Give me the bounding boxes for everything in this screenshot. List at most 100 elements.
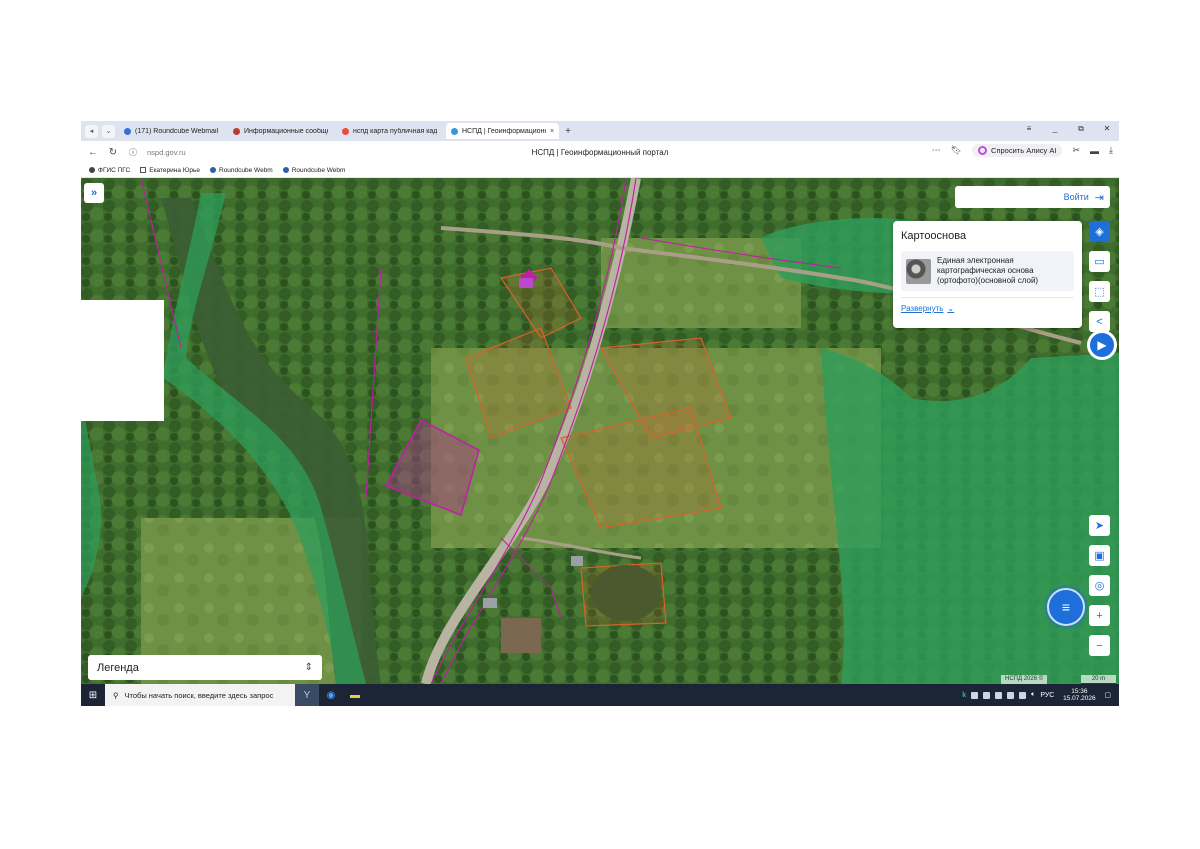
yandex-icon: Y [303,689,311,701]
download-icon[interactable]: ⤓ [1109,145,1113,156]
share-tool-button[interactable]: < [1089,311,1110,332]
taskbar-search[interactable]: ⚲ Чтобы начать поиск, введите здесь запр… [105,684,295,706]
bookmark-fgis[interactable]: ФГИС ПГС [89,167,130,174]
clock[interactable]: 15:36 15.07.2026 [1059,688,1099,703]
wallet-icon[interactable]: ▬ [1090,146,1099,156]
print-button[interactable]: ▣ [1089,545,1110,566]
chevron-updown-icon: ⇕ [304,662,313,673]
start-button[interactable]: ⊞ [81,684,105,706]
login-button[interactable]: Войти ⇥ [955,186,1110,208]
file-explorer-task[interactable]: ▬ [343,684,367,706]
restore-icon[interactable]: ⧉ [1075,124,1087,134]
layers-tool-button[interactable]: ◈ [1089,221,1110,242]
map-viewport[interactable]: » Войти ⇥ Картооснова Единая электронная… [81,178,1119,684]
minimize-icon[interactable]: _ [1049,124,1061,134]
menu-icon[interactable]: ≡ [1023,124,1035,134]
favicon-icon [342,127,349,135]
zoom-out-button[interactable]: − [1089,635,1110,656]
legend-dropdown[interactable]: Легенда ⇕ [88,655,322,680]
layers-icon: ◈ [1095,226,1104,238]
tab-back-icon[interactable]: ◂ [85,124,98,138]
tab-list-icon[interactable]: ⌄ [102,124,115,138]
tab-nspd[interactable]: НСПД | Геоинформационный портал × [446,123,560,139]
bookmark-icon[interactable]: 🔖︎ [951,145,962,156]
map-copyright: НСПД 2026 © [1001,675,1048,684]
bookmark-label: Roundcube Webm [219,166,273,174]
search-location-button[interactable]: ◎ [1089,575,1110,596]
tab-info-messages[interactable]: Информационные сообщения [228,123,333,139]
tab-roundcube[interactable]: (171) Roundcube Webmail [119,123,224,139]
navigation-arrow-icon: ➤ [1094,520,1105,532]
browser-icon: ◉ [326,689,336,701]
reload-icon[interactable]: ↻ [105,147,121,158]
volume-icon[interactable]: 🔈︎ [1031,691,1035,699]
roundcube-icon [210,167,216,173]
garden-plot [501,618,541,653]
help-assistant-button[interactable]: ▶ [1087,330,1117,360]
basemap-panel-title: Картооснова [901,230,967,242]
minus-icon: − [1096,639,1103,652]
yandex-browser-task[interactable]: Y [295,684,319,706]
bookmark-ekaterina[interactable]: Екатерина Юрье [140,167,200,174]
bookmark-roundcube-1[interactable]: Roundcube Webm [210,167,273,174]
windows-icon: ⊞ [88,689,98,701]
shield-icon [89,167,95,173]
more-icon[interactable]: ⋯ [932,145,941,156]
url-field[interactable]: nspd.gov.ru [147,148,237,157]
expand-layers-link[interactable]: Развернуть ⌄ [901,304,1074,313]
expand-sidebar-button[interactable]: » [84,183,104,203]
favicon-icon [451,127,458,135]
taskbar: ⊞ ⚲ Чтобы начать поиск, введите здесь за… [81,684,1119,706]
tab-strip: ◂ ⌄ (171) Roundcube Webmail Информационн… [81,121,1119,141]
language-indicator[interactable]: РУС [1040,692,1054,699]
layer-name: Единая электронная картографическая осно… [937,256,1039,285]
select-area-icon: ⬚ [1094,286,1105,298]
select-area-tool-button[interactable]: ⬚ [1089,281,1110,302]
new-tab-button[interactable]: + [565,126,571,137]
geolocation-button[interactable]: ➤ [1089,515,1110,536]
ruler-icon: ▭ [1094,256,1105,268]
chat-button[interactable]: ≡ [1047,588,1085,626]
login-arrow-icon: ⇥ [1094,191,1104,204]
kaspersky-icon[interactable]: k [962,692,966,699]
search-placeholder: Чтобы начать поиск, введите здесь запрос [124,690,274,700]
chromium-task[interactable]: ◉ [319,684,343,706]
ask-alice-button[interactable]: Спросить Алису AI [972,144,1063,157]
building [571,556,583,566]
close-window-icon[interactable]: ✕ [1101,124,1113,134]
tray-app-icon[interactable] [995,691,1003,699]
bookmarks-bar: ФГИС ПГС Екатерина Юрье Roundcube Webm R… [81,163,1119,178]
document-icon [140,167,147,173]
chat-icon: ≡ [1061,599,1071,615]
site-info-icon[interactable]: ⓘ [125,147,141,158]
basemap-layer-item[interactable]: Единая электронная картографическая осно… [901,251,1074,291]
tray-app-icon[interactable] [971,691,979,699]
extensions-icon[interactable]: ✂ [1072,145,1080,156]
building [483,598,497,608]
divider [901,297,1074,298]
tray-app-icon[interactable] [983,691,991,699]
tab-search-cadastral[interactable]: нспд карта публичная кадастровая [337,123,442,139]
plus-icon: + [1096,609,1103,622]
alice-icon [978,146,988,155]
bookmark-label: Екатерина Юрье [149,166,200,174]
notifications-icon[interactable]: ▢ [1104,691,1111,699]
favicon-icon [124,127,131,135]
assistant-icon: ▶ [1097,338,1107,352]
roundcube-icon [282,167,289,173]
address-bar-actions: ⋯ 🔖︎ Спросить Алису AI ✂ ▬ ⤓ [932,144,1113,157]
ruler-tool-button[interactable]: ▭ [1089,251,1110,272]
chevron-down-icon: ⌄ [947,304,955,313]
search-icon: ⚲ [113,690,119,700]
target-icon: ◎ [1094,580,1105,592]
tray-app-icon[interactable] [1019,691,1027,699]
clock-date: 15.07.2026 [1063,695,1096,702]
back-arrow-icon[interactable]: ← [85,147,101,158]
building [519,278,533,288]
zoom-in-button[interactable]: + [1089,605,1110,626]
scale-bar: 20 m [1081,675,1116,684]
close-tab-icon[interactable]: × [550,128,554,135]
tray-app-icon[interactable] [1007,691,1015,699]
forest-zone [821,348,1119,684]
bookmark-roundcube-2[interactable]: Roundcube Webm [282,167,345,174]
